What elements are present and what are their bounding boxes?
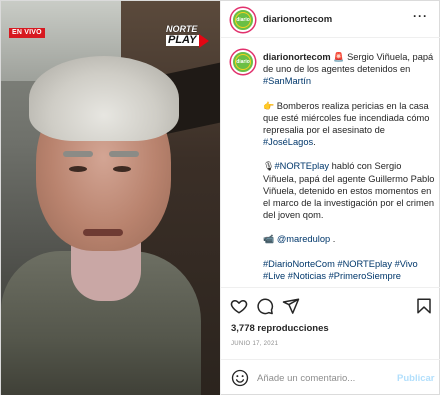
post-sidebar: diario diarionortecom ··· diario diarion…: [220, 1, 440, 395]
video-subject-brow: [109, 151, 139, 157]
mention-link[interactable]: @maredulop: [277, 234, 330, 244]
caption-paragraph: 🎙#NORTEplay habló con Sergio Viñuela, pa…: [263, 160, 435, 221]
camera-icon: 📹: [263, 234, 275, 245]
post-button[interactable]: Publicar: [397, 373, 435, 384]
post-date[interactable]: JUNIO 17, 2021: [231, 341, 278, 347]
logo-line2: PLAY: [166, 34, 199, 46]
caption-paragraph: #DiarioNorteCom #NORTEplay #Vivo #Live #…: [263, 258, 435, 282]
comment-icon[interactable]: [256, 297, 274, 315]
video-subject-hair: [29, 56, 179, 141]
siren-icon: 🚨: [333, 52, 345, 62]
video-player[interactable]: EN VIVO NORTE PLAY: [1, 1, 220, 395]
pointing-hand-icon: 👉: [263, 100, 275, 111]
caption-text-4-end: .: [330, 234, 336, 245]
video-subject-brow: [63, 151, 93, 157]
live-badge: EN VIVO: [9, 28, 45, 38]
avatar-text: diario: [236, 59, 250, 65]
video-subject-eye: [113, 166, 131, 172]
post-header: diario diarionortecom ···: [221, 1, 440, 38]
video-subject-mouth: [83, 229, 123, 236]
bookmark-icon[interactable]: [415, 297, 433, 315]
avatar-text: diario: [236, 17, 250, 23]
caption-paragraph: 👉 Bomberos realiza pericias en la casa q…: [263, 100, 435, 149]
header-username[interactable]: diarionortecom: [263, 14, 332, 25]
caption-paragraph: diarionortecom 🚨 Sergio Viñuela, papá de…: [263, 51, 435, 88]
avatar[interactable]: diario: [231, 8, 255, 32]
views-count[interactable]: 3,778 reproducciones: [231, 323, 329, 334]
hashtag-link[interactable]: #SanMartín: [263, 76, 311, 86]
hashtag-link[interactable]: #JoséLagos: [263, 137, 313, 147]
heart-icon[interactable]: [230, 297, 248, 315]
caption-username[interactable]: diarionortecom: [263, 52, 331, 62]
hashtag-list[interactable]: #DiarioNorteCom #NORTEplay #Vivo #Live #…: [263, 259, 418, 281]
play-triangle-icon: [199, 34, 209, 48]
comment-input[interactable]: [257, 369, 387, 387]
caption-text-2-end: .: [313, 137, 316, 148]
caption-text: diarionortecom 🚨 Sergio Viñuela, papá de…: [263, 51, 435, 287]
logo-line1: NORTE: [166, 24, 198, 34]
caption-avatar[interactable]: diario: [231, 50, 255, 74]
caption-paragraph: 📹 @maredulop .: [263, 233, 435, 245]
comment-bar: Publicar: [221, 359, 440, 395]
more-icon[interactable]: ···: [413, 9, 428, 23]
share-icon[interactable]: [282, 297, 300, 315]
norteplay-logo: NORTE PLAY: [166, 24, 209, 51]
hashtag-link[interactable]: #NORTEplay: [274, 161, 329, 171]
action-bar: [221, 287, 440, 323]
microphone-icon: 🎙: [263, 161, 275, 172]
emoji-icon[interactable]: [231, 369, 249, 387]
caption-text-2: Bomberos realiza pericias en la casa que…: [263, 100, 430, 136]
video-subject-eye: [69, 166, 87, 172]
instagram-post: EN VIVO NORTE PLAY diario diarionortecom…: [0, 0, 440, 395]
caption-area: diario diarionortecom 🚨 Sergio Viñuela, …: [221, 39, 440, 287]
